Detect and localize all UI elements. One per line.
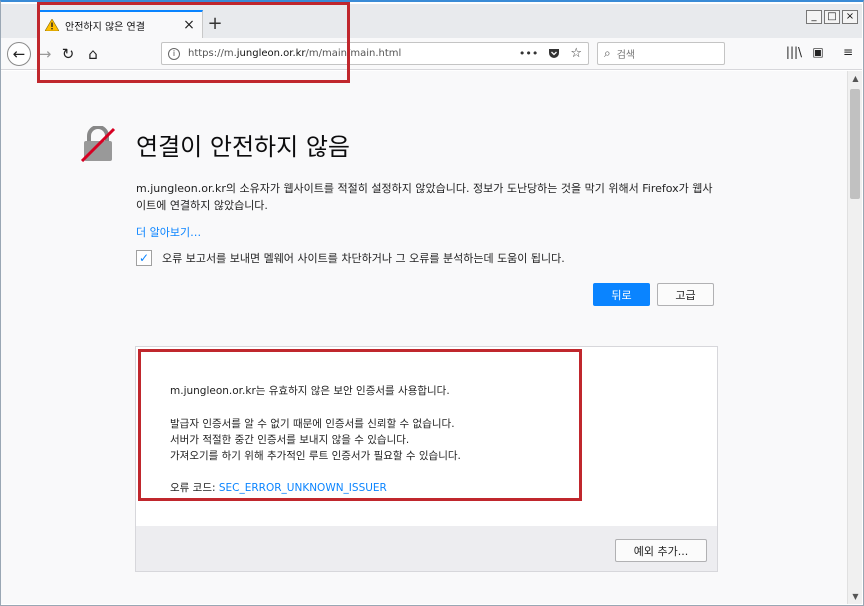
root-cert-text: 가져오기를 하기 위해 추가적인 루트 인증서가 필요할 수 있습니다. [170,450,461,462]
back-icon[interactable]: ← [7,42,31,66]
search-placeholder: 검색 [616,50,636,61]
broken-lock-icon [80,126,116,162]
report-row: ✓ 오류 보고서를 보내면 멜웨어 사이트를 차단하거나 그 오류를 분석하는데… [136,250,565,266]
error-code-label: 오류 코드: [170,482,219,494]
add-exception-button[interactable]: 예외 추가... [615,539,707,562]
report-label: 오류 보고서를 보내면 멜웨어 사이트를 차단하거나 그 오류를 분석하는데 도… [162,252,565,265]
learn-more-link[interactable]: 더 알아보기… [136,224,201,240]
pocket-icon[interactable] [548,48,560,59]
tab-title: 안전하지 않은 연결 [65,21,145,33]
url-path: /m/main/main.html [305,48,402,59]
minimize-icon[interactable]: _ [806,10,822,24]
cert-invalid-text: m.jungleon.or.kr는 유효하지 않은 보안 인증서를 사용합니다. [170,385,450,397]
url-domain: jungleon.or.kr [236,48,306,59]
reload-icon[interactable]: ↻ [56,42,80,66]
warning-icon [45,19,59,31]
menu-icon[interactable]: ≡ [839,45,857,59]
url-text[interactable]: https://m.jungleon.or.kr/m/main/main.htm… [188,48,519,59]
url-prefix: https://m. [188,48,237,59]
report-checkbox[interactable]: ✓ [136,250,152,266]
issuer-unknown-text: 발급자 인증서를 알 수 없기 때문에 인증서를 신뢰할 수 없습니다. [170,418,455,430]
error-code-line: 오류 코드: SEC_ERROR_UNKNOWN_ISSUER [170,480,387,495]
page-actions-icon[interactable]: ••• [519,47,538,60]
back-button[interactable]: 뒤로 [593,283,650,306]
advanced-panel: m.jungleon.or.kr는 유효하지 않은 보안 인증서를 사용합니다.… [135,346,718,572]
search-icon: ⌕ [604,46,611,60]
window-close-icon[interactable]: × [842,10,858,24]
sidebar-icon[interactable]: ▣ [809,45,827,59]
tab-insecure-connection[interactable]: 안전하지 않은 연결 × [38,10,203,38]
advanced-button[interactable]: 고급 [657,283,714,306]
error-code-link[interactable]: SEC_ERROR_UNKNOWN_ISSUER [219,482,387,494]
new-tab-icon[interactable]: + [206,15,224,33]
error-description: m.jungleon.or.kr의 소유자가 웹사이트를 적절히 설정하지 않았… [136,182,713,212]
home-icon[interactable]: ⌂ [81,42,105,66]
vertical-scrollbar[interactable]: ▲ ▼ [847,71,862,604]
url-actions: ••• ☆ [519,46,582,61]
library-icon[interactable]: |||\ [785,45,803,59]
window-controls: _ □ × [806,10,858,24]
scroll-up-icon[interactable]: ▲ [848,71,863,86]
bookmark-star-icon[interactable]: ☆ [570,46,582,61]
url-bar[interactable]: i https://m.jungleon.or.kr/m/main/main.h… [161,42,589,65]
search-bar[interactable]: ⌕ 검색 [597,42,725,65]
scroll-thumb[interactable] [850,89,860,199]
tab-strip: 안전하지 않은 연결 × + _ □ × [1,4,862,38]
tab-close-icon[interactable]: × [182,17,196,33]
intermediate-cert-text: 서버가 적절한 중간 인증서를 보내지 않을 수 있습니다. [170,434,410,446]
info-icon[interactable]: i [168,47,180,60]
nav-bar: ← → ↻ ⌂ i https://m.jungleon.or.kr/m/mai… [1,38,862,70]
maximize-icon[interactable]: □ [824,10,840,24]
page-title: 연결이 안전하지 않음 [136,133,350,161]
scroll-down-icon[interactable]: ▼ [848,589,863,604]
forward-icon[interactable]: → [33,42,57,66]
